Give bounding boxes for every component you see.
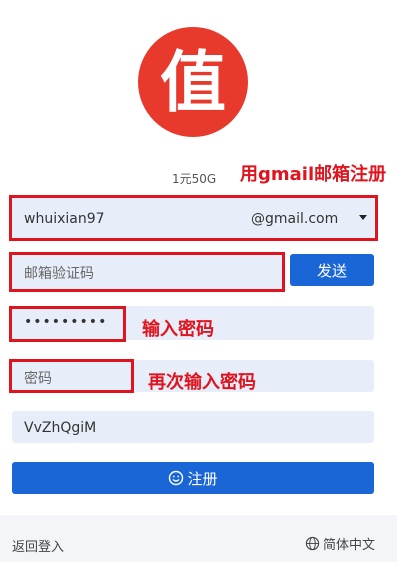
back-to-login-link[interactable]: 返回登入 — [12, 536, 64, 555]
email-domain-select[interactable]: @gmail.com — [251, 211, 338, 227]
confirm-password-input[interactable]: 密码 — [24, 368, 52, 388]
register-button[interactable]: 注册 — [12, 462, 374, 494]
password-input[interactable]: ••••••••• — [24, 314, 107, 330]
language-selector[interactable]: 简体中文 — [305, 534, 375, 553]
email-username-input[interactable]: whuixian97 — [24, 211, 105, 227]
caret-down-icon[interactable] — [359, 215, 367, 220]
annotation-password: 输入密码 — [142, 319, 214, 340]
smile-icon — [169, 470, 184, 486]
register-label: 注册 — [187, 469, 218, 488]
globe-icon — [305, 536, 320, 551]
annotation-gmail: 用gmail邮箱注册 — [240, 164, 387, 185]
verification-code-input[interactable]: 邮箱验证码 — [24, 263, 94, 283]
promo-text: 1元50G — [172, 172, 217, 186]
annotation-repeat: 再次输入密码 — [148, 372, 256, 393]
invite-code-input[interactable]: VvZhQgiM — [24, 420, 96, 436]
language-label: 简体中文 — [323, 538, 376, 553]
logo-char: 值 — [160, 43, 226, 121]
site-logo: 值 — [138, 27, 248, 137]
send-code-button[interactable]: 发送 — [290, 254, 374, 286]
